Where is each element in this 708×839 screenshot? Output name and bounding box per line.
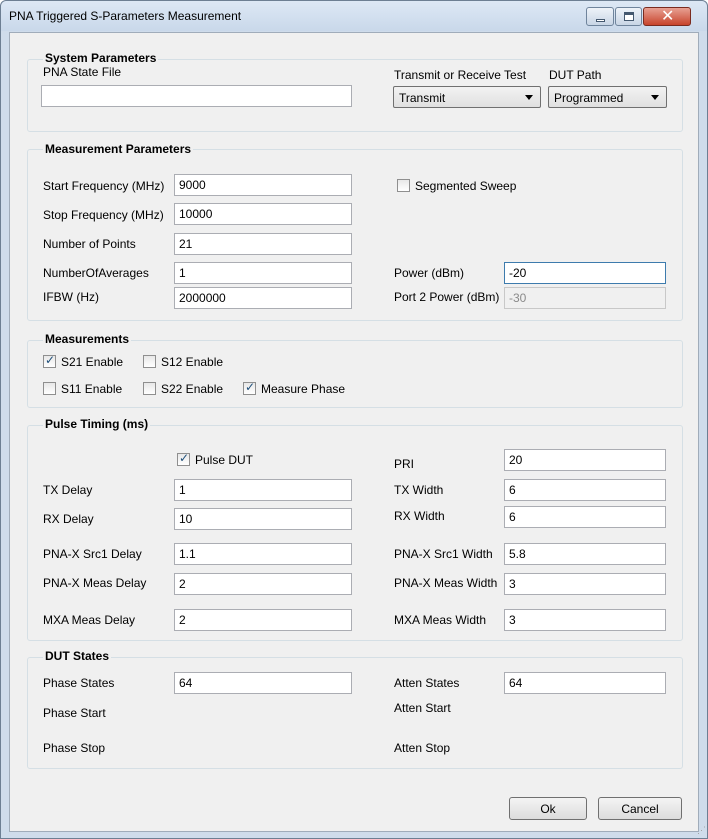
- s11-enable-label: S11 Enable: [61, 382, 123, 396]
- checkmark-icon: ✓: [245, 380, 256, 394]
- ok-button[interactable]: Ok: [509, 797, 587, 820]
- port2-power-label: Port 2 Power (dBm): [394, 290, 500, 304]
- checkmark-icon: ✓: [179, 451, 190, 465]
- ifbw-label: IFBW (Hz): [43, 290, 99, 304]
- dropdown-arrow-icon: [525, 95, 533, 100]
- pna-state-file-label: PNA State File: [43, 65, 122, 79]
- rx-width-label: RX Width: [394, 509, 445, 523]
- s11-enable-checkbox[interactable]: [43, 382, 56, 395]
- number-of-points-label: Number of Points: [43, 237, 136, 251]
- transmit-receive-label: Transmit or Receive Test: [394, 68, 527, 82]
- pulse-dut-label: Pulse DUT: [195, 453, 254, 467]
- rx-width-input[interactable]: 6: [504, 506, 666, 528]
- atten-stop-label: Atten Stop: [394, 741, 451, 755]
- tx-delay-input[interactable]: 1: [174, 479, 352, 501]
- pna-state-file-input[interactable]: [41, 85, 352, 107]
- s21-enable-label: S21 Enable: [61, 355, 124, 369]
- meas-delay-input[interactable]: 2: [174, 573, 352, 595]
- phase-states-label: Phase States: [43, 676, 115, 690]
- src1-delay-input[interactable]: 1.1: [174, 543, 352, 565]
- mxa-width-input[interactable]: 3: [504, 609, 666, 631]
- maximize-button[interactable]: [615, 7, 642, 26]
- segmented-sweep-label: Segmented Sweep: [415, 179, 517, 193]
- mxa-delay-input[interactable]: 2: [174, 609, 352, 631]
- atten-states-input[interactable]: 64: [504, 672, 666, 694]
- power-input[interactable]: -20: [504, 262, 666, 284]
- src1-width-label: PNA-X Src1 Width: [394, 547, 493, 561]
- measure-phase-label: Measure Phase: [261, 382, 346, 396]
- resize-grip-icon[interactable]: ⋰: [697, 825, 706, 836]
- dut-states-title: DUT States: [43, 649, 112, 663]
- dut-path-value: Programmed: [554, 91, 624, 105]
- measurements-group: [27, 340, 683, 408]
- close-button[interactable]: ✕: [643, 6, 691, 26]
- pri-label: PRI: [394, 457, 415, 471]
- atten-start-label: Atten Start: [394, 701, 451, 715]
- number-of-averages-input[interactable]: 1: [174, 262, 352, 284]
- s21-enable-checkbox[interactable]: ✓: [43, 353, 56, 368]
- mxa-width-label: MXA Meas Width: [394, 613, 487, 627]
- dut-path-select[interactable]: Programmed: [548, 86, 667, 108]
- title-bar[interactable]: PNA Triggered S-Parameters Measurement ✕: [1, 1, 707, 31]
- meas-delay-label: PNA-X Meas Delay: [43, 576, 147, 590]
- s22-enable-label: S22 Enable: [161, 382, 224, 396]
- pulse-dut-checkbox[interactable]: ✓: [177, 451, 190, 466]
- rx-delay-label: RX Delay: [43, 512, 94, 526]
- measure-phase-checkbox[interactable]: ✓: [243, 380, 256, 395]
- minimize-button[interactable]: [586, 7, 614, 26]
- ifbw-input[interactable]: 2000000: [174, 287, 352, 309]
- segmented-sweep-checkbox[interactable]: [397, 179, 410, 192]
- phase-start-label: Phase Start: [43, 706, 106, 720]
- phase-states-input[interactable]: 64: [174, 672, 352, 694]
- phase-stop-label: Phase Stop: [43, 741, 106, 755]
- meas-width-input[interactable]: 3: [504, 573, 666, 595]
- s22-enable-checkbox[interactable]: [143, 382, 156, 395]
- s12-enable-checkbox[interactable]: [143, 355, 156, 368]
- minimize-icon: [596, 19, 605, 22]
- dut-path-label: DUT Path: [549, 68, 602, 82]
- measurements-title: Measurements: [43, 332, 132, 346]
- window-title: PNA Triggered S-Parameters Measurement: [9, 9, 242, 23]
- pulse-timing-title: Pulse Timing (ms): [43, 417, 151, 431]
- start-frequency-label: Start Frequency (MHz): [43, 179, 165, 193]
- dropdown-arrow-icon: [651, 95, 659, 100]
- src1-width-input[interactable]: 5.8: [504, 543, 666, 565]
- stop-frequency-input[interactable]: 10000: [174, 203, 352, 225]
- transmit-receive-value: Transmit: [399, 91, 446, 105]
- number-of-points-input[interactable]: 21: [174, 233, 352, 255]
- checkmark-icon: ✓: [45, 353, 56, 367]
- start-frequency-input[interactable]: 9000: [174, 174, 352, 196]
- dialog-window: PNA Triggered S-Parameters Measurement ✕…: [0, 0, 708, 839]
- tx-width-input[interactable]: 6: [504, 479, 666, 501]
- cancel-button[interactable]: Cancel: [598, 797, 682, 820]
- pri-input[interactable]: 20: [504, 449, 666, 471]
- atten-states-label: Atten States: [394, 676, 460, 690]
- meas-width-label: PNA-X Meas Width: [394, 576, 498, 590]
- measurement-parameters-title: Measurement Parameters: [43, 142, 194, 156]
- mxa-delay-label: MXA Meas Delay: [43, 613, 136, 627]
- rx-delay-input[interactable]: 10: [174, 508, 352, 530]
- tx-delay-label: TX Delay: [43, 483, 93, 497]
- s12-enable-label: S12 Enable: [161, 355, 224, 369]
- tx-width-label: TX Width: [394, 483, 444, 497]
- maximize-icon: [624, 12, 634, 21]
- port2-power-input[interactable]: -30: [504, 287, 666, 309]
- src1-delay-label: PNA-X Src1 Delay: [43, 547, 142, 561]
- close-icon: ✕: [661, 6, 675, 25]
- power-label: Power (dBm): [394, 266, 465, 280]
- number-of-averages-label: NumberOfAverages: [43, 266, 149, 280]
- transmit-receive-select[interactable]: Transmit: [393, 86, 541, 108]
- system-parameters-title: System Parameters: [43, 51, 159, 65]
- stop-frequency-label: Stop Frequency (MHz): [43, 208, 164, 222]
